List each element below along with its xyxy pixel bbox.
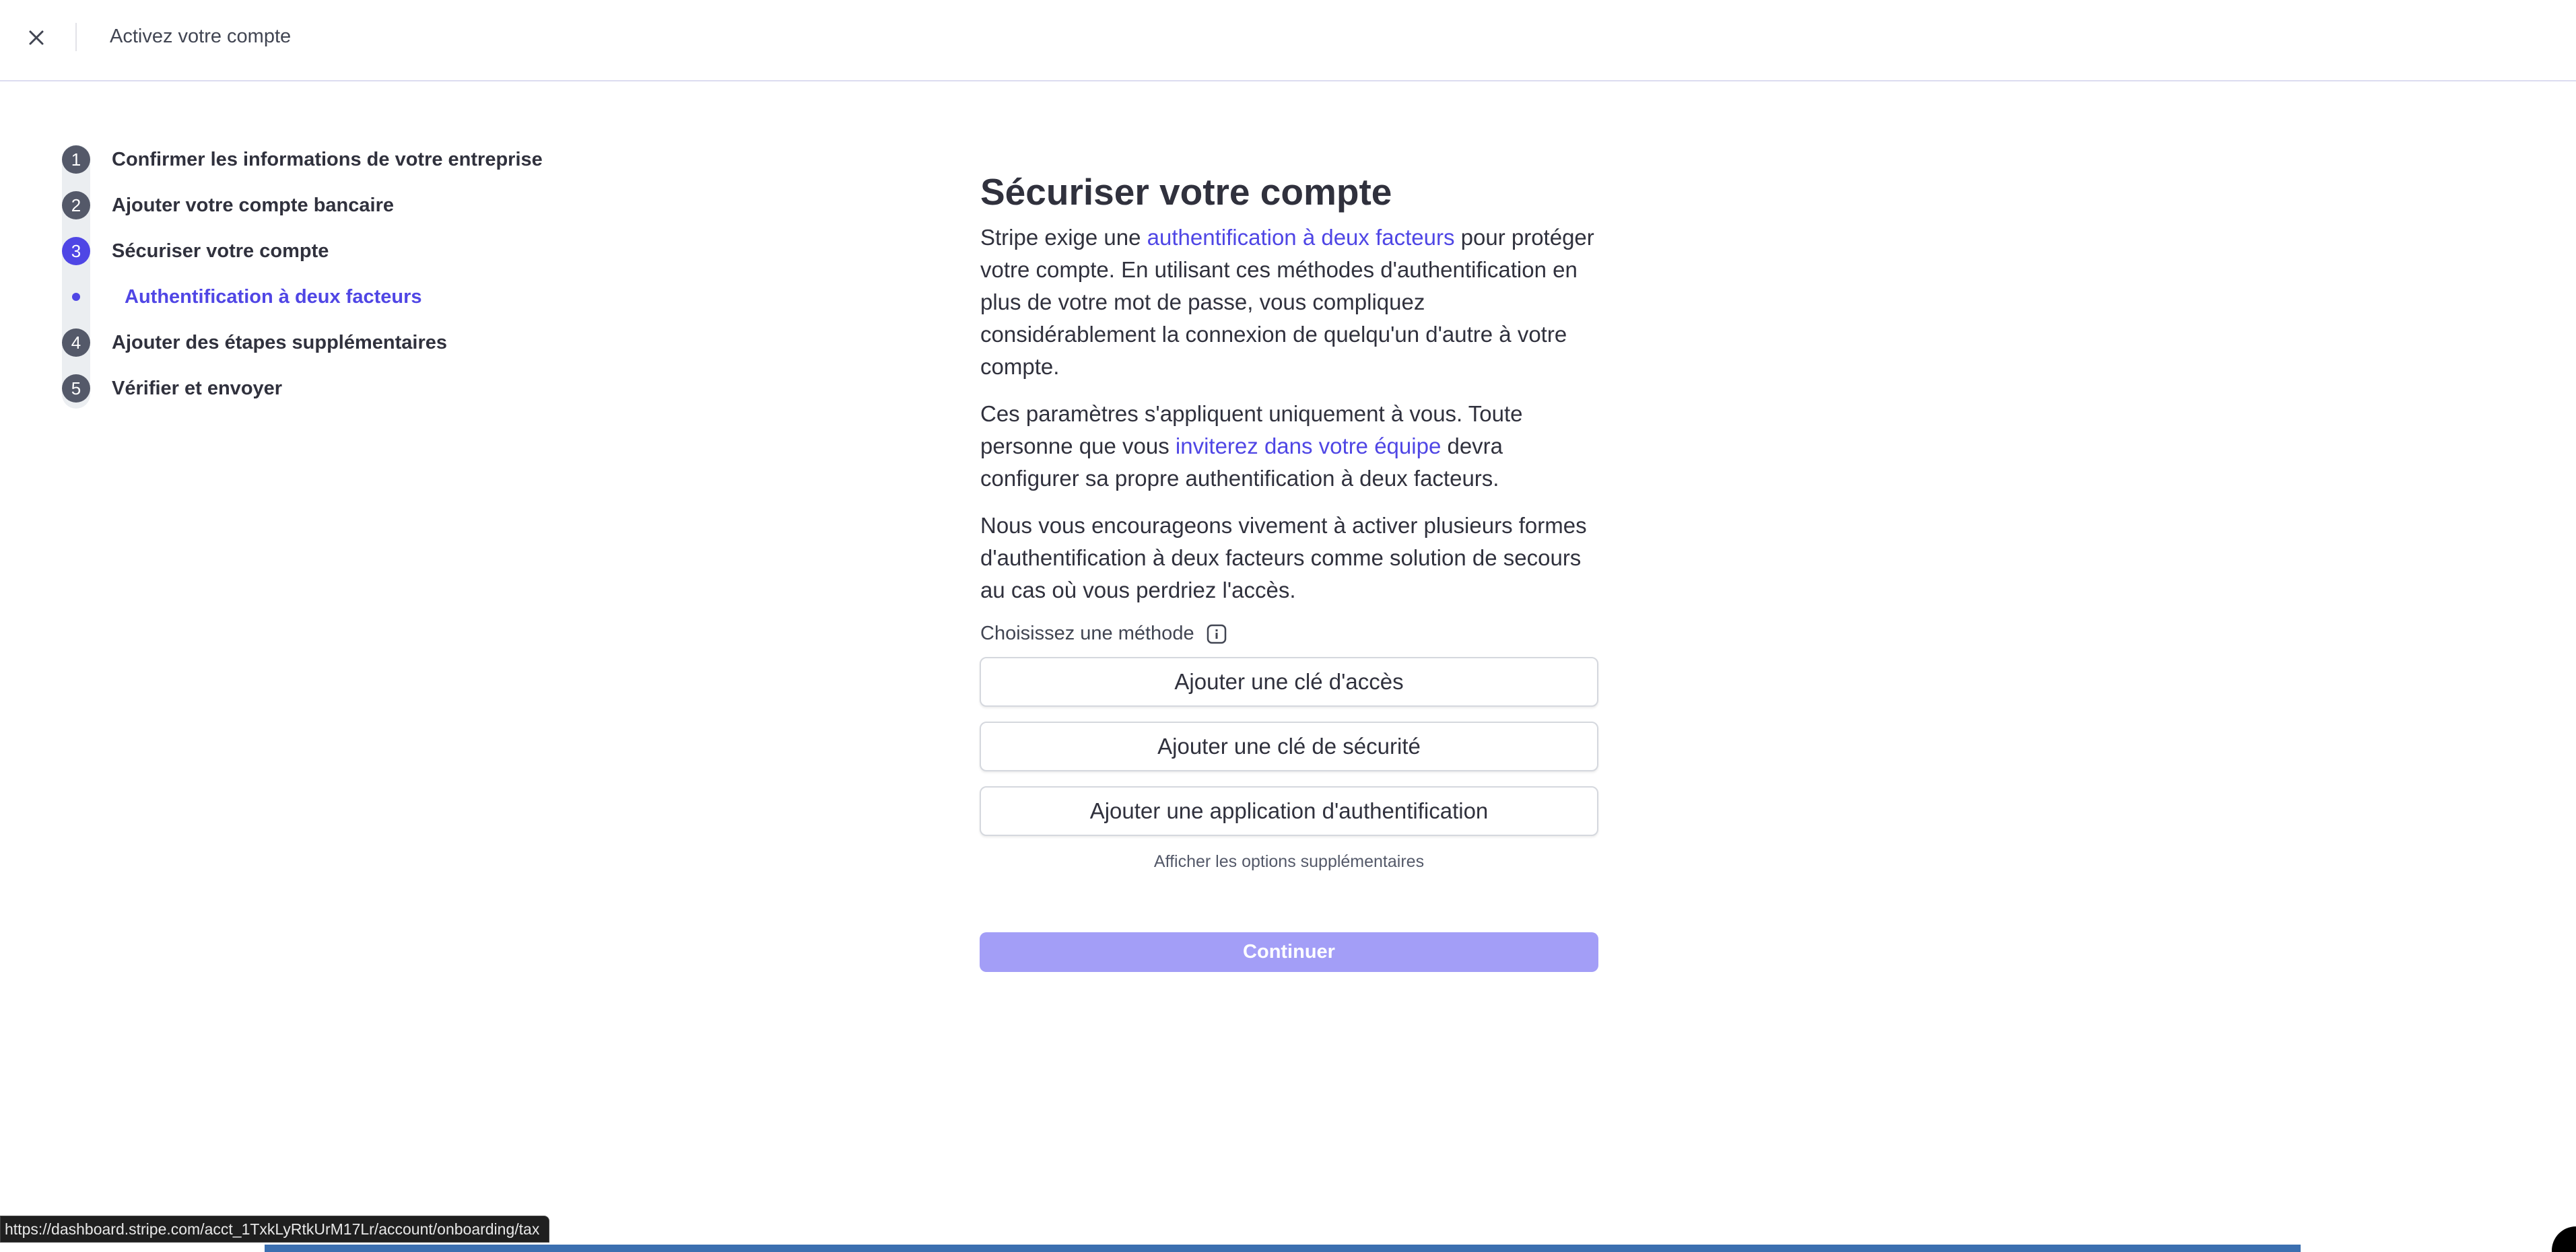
step-label: Vérifier et envoyer (112, 377, 283, 399)
page-title: Sécuriser votre compte (980, 171, 1392, 213)
header-title: Activez votre compte (110, 26, 292, 47)
close-icon (29, 30, 44, 45)
invite-team-link[interactable]: inviterez dans votre équipe (1176, 433, 1441, 458)
show-more-options-link[interactable]: Afficher les options supplémentaires (980, 852, 1598, 872)
step-label: Ajouter votre compte bancaire (112, 194, 394, 216)
step-confirm-business[interactable]: 1 Confirmer les informations de votre en… (62, 145, 543, 174)
team-paragraph: Ces paramètres s'appliquent uniquement à… (980, 398, 1600, 495)
status-bar-url: https://dashboard.stripe.com/acct_1TxkLy… (0, 1216, 550, 1243)
stepper-track (62, 145, 90, 409)
method-label-row: Choisissez une méthode (980, 623, 1227, 645)
method-label: Choisissez une méthode (980, 623, 1194, 644)
two-factor-link[interactable]: authentification à deux facteurs (1147, 225, 1455, 250)
backup-paragraph: Nous vous encourageons vivement à active… (980, 513, 1587, 602)
page-progress-bar (265, 1245, 2301, 1252)
step-number: 1 (62, 145, 90, 174)
info-icon[interactable] (1207, 624, 1227, 644)
add-authenticator-app-button[interactable]: Ajouter une application d'authentificati… (980, 786, 1598, 836)
main-content: Sécuriser votre compte Stripe exige une … (980, 165, 1600, 606)
step-number: 5 (62, 374, 90, 403)
add-passkey-button[interactable]: Ajouter une clé d'accès (980, 657, 1598, 707)
step-additional-steps[interactable]: 4 Ajouter des étapes supplémentaires (62, 328, 447, 357)
add-security-key-button[interactable]: Ajouter une clé de sécurité (980, 722, 1598, 771)
step-bank-account[interactable]: 2 Ajouter votre compte bancaire (62, 190, 394, 220)
header-divider (75, 23, 77, 51)
continue-button[interactable]: Continuer (980, 932, 1598, 972)
step-label: Ajouter des étapes supplémentaires (112, 331, 447, 353)
header: Activez votre compte (0, 0, 2576, 81)
step-review-submit[interactable]: 5 Vérifier et envoyer (62, 374, 282, 403)
step-number: 4 (62, 328, 90, 357)
substep-two-factor[interactable]: Authentification à deux facteurs (62, 282, 422, 312)
step-secure-account[interactable]: 3 Sécuriser votre compte (62, 236, 329, 266)
intro-paragraph: Stripe exige une authentification à deux… (980, 221, 1600, 383)
substep-label: Authentification à deux facteurs (125, 285, 422, 308)
step-label: Confirmer les informations de votre entr… (112, 148, 543, 170)
page-root: Activez votre compte 1 Confirmer les inf… (0, 0, 2576, 1252)
step-label: Sécuriser votre compte (112, 240, 329, 262)
step-number: 2 (62, 191, 90, 219)
text: Stripe exige une (980, 225, 1147, 250)
substep-dot (72, 293, 80, 301)
close-button[interactable] (23, 24, 50, 51)
step-number-active: 3 (62, 237, 90, 265)
corner-decoration (2552, 1226, 2576, 1252)
